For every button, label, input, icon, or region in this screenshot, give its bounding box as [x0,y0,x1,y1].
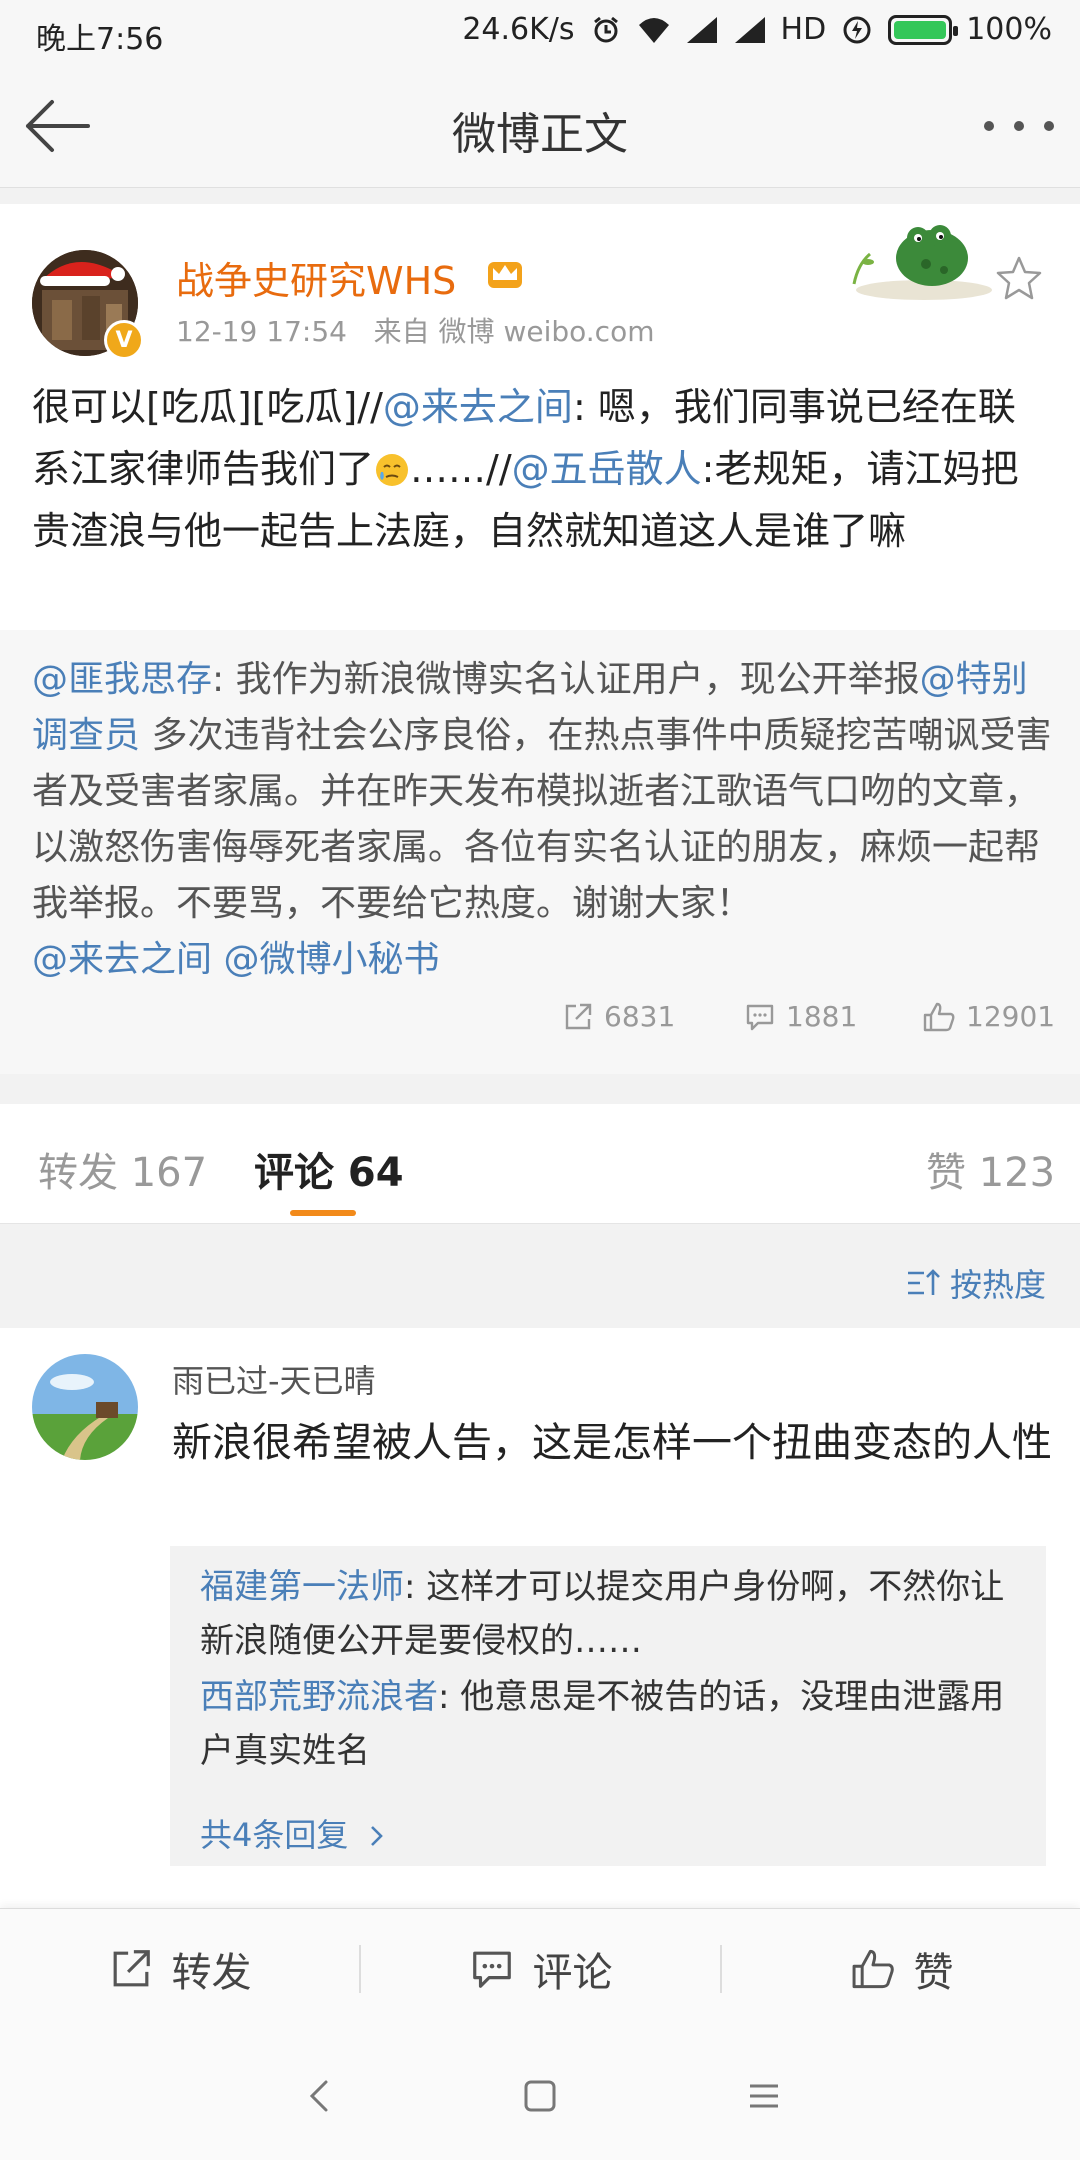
commenter-name[interactable]: 雨已过-天已晴 [172,1356,376,1402]
repost-label: 转发 [171,1950,252,1996]
post-source: 来自 微博 weibo.com [373,315,655,348]
like-label: 赞 [913,1950,954,1996]
post-text-part: ……// [410,447,512,491]
repost-icon [113,1950,150,1987]
mention-link[interactable]: @来去之间 [32,939,212,980]
tab-like[interactable]: 赞 123 [926,1140,1055,1198]
tab-comment[interactable]: 评论 64 [254,1140,404,1198]
more-options-button[interactable] [984,106,1054,146]
repost-button[interactable]: 转发 [0,1909,359,2029]
title-bar: 微博正文 [0,66,1080,188]
nav-home-icon[interactable] [510,2066,570,2126]
commenter-avatar[interactable] [32,1354,138,1460]
post-action-stats: 6831 1881 12901 [0,1000,1080,1050]
sort-label: 按热度 [949,1266,1046,1304]
comment-text: 新浪很希望被人告，这是怎样一个扭曲变态的人性 [172,1420,1052,1466]
like-count: 12901 [966,1000,1056,1033]
repost-stat[interactable]: 6831 [562,1000,675,1033]
charging-icon [843,16,871,43]
post-meta: 12-19 17:54 来自 微博 weibo.com [176,310,654,350]
reply-item: 福建第一法师: 这样才可以提交用户身份啊，不然你让新浪随便公开是要侵权的…… [200,1560,1016,1668]
signal-icon-2 [734,16,765,43]
active-tab-indicator [290,1210,356,1216]
battery-percent: 100% [966,12,1052,47]
bottom-action-bar: 转发 评论 赞 [0,1908,1080,2028]
post-text-part: 很可以[吃瓜][吃瓜]// [32,385,383,429]
sweat-emoji-icon [376,454,409,486]
sort-by-hot-button[interactable]: 按热度 [906,1260,1046,1306]
quote-text-part: 多次违背社会公序良俗，在热点事件中质疑挖苦嘲讽受害者及受害者家属。并在昨天发布模… [32,715,1052,924]
alarm-icon [593,16,618,42]
comment-label: 评论 [532,1950,613,1996]
reply-user[interactable]: 西部荒野流浪者 [200,1677,438,1717]
sort-bar: 按热度 [0,1224,1080,1328]
status-time: 晚上7:56 [36,22,164,57]
network-type: HD [780,12,827,47]
favorite-star-icon[interactable] [994,254,1044,304]
frog-decoration-icon [852,225,992,300]
mention-link[interactable]: @来去之间 [383,385,573,429]
status-bar: 晚上7:56 24.6K/s HD 100% [0,0,1080,66]
verified-badge-icon: V [104,320,144,360]
wifi-icon [638,17,669,43]
post-text: 很可以[吃瓜][吃瓜]//@来去之间: 嗯，我们同事说已经在联系江家律师告我们了… [32,376,1052,562]
mention-link[interactable]: @微博小秘书 [223,939,439,980]
crown-icon [488,262,522,288]
net-speed: 24.6K/s [462,12,575,47]
quote-text-part: : 我作为新浪微博实名认证用户，现公开举报 [212,659,920,700]
like-stat[interactable]: 12901 [922,1000,1055,1033]
tab-repost[interactable]: 转发 167 [38,1140,207,1198]
mention-link[interactable]: @匪我思存 [32,659,212,700]
chevron-right-icon [370,1826,383,1846]
like-button[interactable]: 赞 [722,1909,1080,2029]
comment-stat[interactable]: 1881 [744,1000,857,1033]
status-icons: 24.6K/s HD 100% [462,12,1052,47]
comment-icon [472,1951,511,1988]
nav-menu-icon[interactable] [734,2066,794,2126]
post-date: 12-19 17:54 [176,315,347,348]
comment-count: 1881 [786,1000,858,1033]
comment-item: 雨已过-天已晴 新浪很希望被人告，这是怎样一个扭曲变态的人性 福建第一法师: 这… [0,1328,1080,1908]
post-card: V 战争史研究WHS 12-19 17:54 来自 微博 weibo.com 很… [0,204,1080,1074]
sort-icon [907,1269,940,1295]
comment-icon [746,1004,774,1030]
repost-count: 6831 [604,1000,676,1033]
nav-back-icon[interactable] [290,2066,350,2126]
mention-link[interactable]: @五岳散人 [512,447,702,491]
thumbs-up-icon [923,1002,955,1031]
system-nav-bar [0,2028,1080,2160]
signal-icon [686,16,717,43]
reply-item: 西部荒野流浪者: 他意思是不被告的话，没理由泄露用户真实姓名 [200,1670,1016,1778]
reply-user[interactable]: 福建第一法师 [200,1567,404,1607]
reply-preview-box[interactable]: 福建第一法师: 这样才可以提交用户身份啊，不然你让新浪随便公开是要侵权的…… 西… [170,1546,1046,1866]
battery-icon [888,14,959,45]
detail-tabs: 转发 167 评论 64 赞 123 [0,1104,1080,1224]
more-replies-label: 共4条回复 [200,1816,349,1854]
thumbs-up-icon [852,1949,894,1989]
comment-button[interactable]: 评论 [361,1909,720,2029]
page-title: 微博正文 [452,109,628,160]
author-name[interactable]: 战争史研究WHS [176,250,456,305]
more-replies-link[interactable]: 共4条回复 [200,1810,387,1856]
repost-icon [565,1003,592,1029]
quote-text: @匪我思存: 我作为新浪微博实名认证用户，现公开举报@特别调查员 多次违背社会公… [32,652,1052,988]
